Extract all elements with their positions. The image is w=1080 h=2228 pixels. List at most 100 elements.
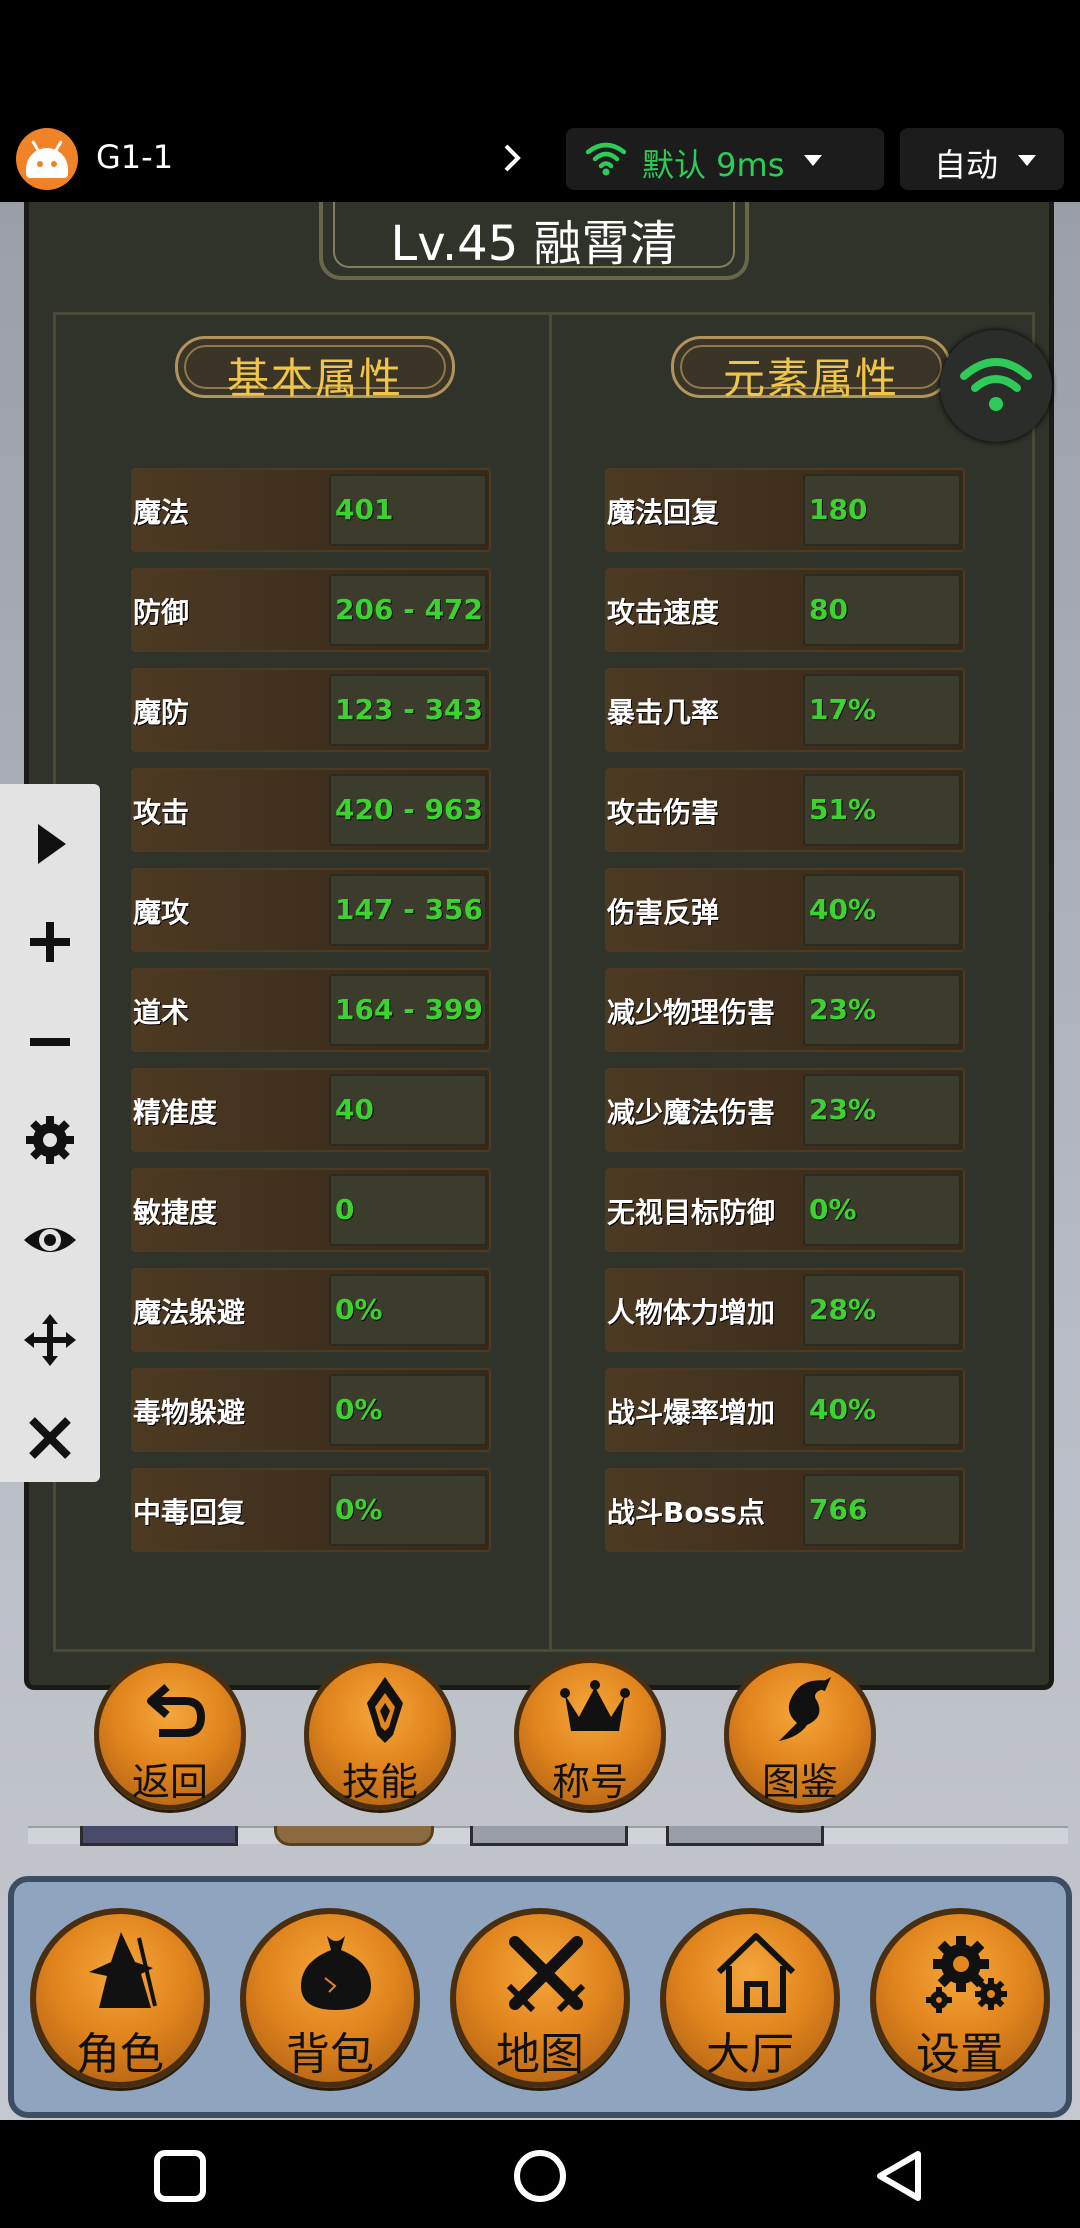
character-name: Lv.45 融霄清: [390, 216, 678, 272]
element-attributes-list: 魔法回复 180 攻击速度 80 暴击几率 17% 攻击伤害 51% 伤害反弹 40% 减…: [605, 468, 965, 1568]
attribute-value: 206 - 472: [335, 593, 484, 626]
attribute-label: 减少魔法伤害: [607, 1096, 776, 1129]
nav-settings-button[interactable]: 设置: [870, 1908, 1050, 2088]
attribute-value-box: 766: [803, 1474, 961, 1546]
codex-button[interactable]: 图鉴: [724, 1658, 876, 1810]
mode-selector[interactable]: 自动: [900, 128, 1064, 190]
attribute-value: 23%: [809, 1093, 877, 1126]
wizard-icon: [89, 1932, 157, 2008]
nav-character-label: 角色: [76, 2029, 164, 2080]
attribute-value-box: 147 - 356: [329, 874, 487, 946]
attribute-label: 道术: [133, 996, 190, 1029]
attribute-row: 魔攻 147 - 356: [131, 868, 491, 952]
attribute-label: 魔法躲避: [133, 1296, 246, 1329]
back-icon[interactable]: [872, 2148, 928, 2204]
attribute-value-box: 0%: [329, 1274, 487, 1346]
minus-icon[interactable]: [22, 1014, 78, 1070]
attribute-row: 攻击伤害 51%: [605, 768, 965, 852]
nav-bag-label: 背包: [286, 2029, 374, 2080]
attribute-value: 420 - 963: [335, 793, 484, 826]
attribute-label: 战斗Boss点: [607, 1496, 765, 1529]
column-divider: [549, 312, 552, 1652]
attribute-value-box: 40: [329, 1074, 487, 1146]
attribute-label: 伤害反弹: [607, 896, 720, 929]
attribute-value-box: 0%: [329, 1374, 487, 1446]
attribute-row: 精准度 40: [131, 1068, 491, 1152]
attribute-row: 魔法 401: [131, 468, 491, 552]
chevron-right-icon[interactable]: [494, 140, 530, 176]
attribute-value: 0%: [809, 1193, 857, 1226]
nav-character-button[interactable]: 角色: [30, 1908, 210, 2088]
attribute-value: 0%: [335, 1393, 383, 1426]
attribute-label: 精准度: [133, 1096, 218, 1129]
blade-icon: [367, 1677, 403, 1743]
element-attributes-title-text: 元素属性: [722, 354, 899, 403]
attribute-value: 164 - 399: [335, 993, 484, 1026]
gear-icon[interactable]: [22, 1112, 78, 1168]
network-status-button[interactable]: [940, 330, 1052, 442]
attribute-label: 攻击伤害: [607, 796, 720, 829]
basic-attributes-title-text: 基本属性: [226, 354, 403, 403]
attribute-label: 敏捷度: [133, 1196, 218, 1229]
attribute-row: 魔防 123 - 343: [131, 668, 491, 752]
attribute-value-box: 401: [329, 474, 487, 546]
attribute-row: 战斗Boss点 766: [605, 1468, 965, 1552]
back-label: 返回: [131, 1760, 208, 1804]
close-icon[interactable]: [22, 1410, 78, 1466]
attribute-label: 战斗爆率增加: [607, 1396, 776, 1429]
eye-icon[interactable]: [22, 1212, 78, 1268]
home-icon[interactable]: [512, 2148, 568, 2204]
attribute-value-box: 23%: [803, 1074, 961, 1146]
attribute-panel: Lv.45 融霄清 基本属性 元素属性 魔法 401 防御 206 - 472 魔防…: [24, 200, 1054, 1690]
nav-bag-button[interactable]: 背包: [240, 1908, 420, 2088]
attribute-label: 毒物躲避: [133, 1396, 246, 1429]
dragon-icon: [779, 1677, 831, 1741]
plus-icon[interactable]: [22, 914, 78, 970]
recents-icon[interactable]: [152, 2148, 208, 2204]
android-icon[interactable]: [16, 128, 78, 190]
nav-lobby-button[interactable]: 大厅: [660, 1908, 840, 2088]
back-button[interactable]: 返回: [94, 1658, 246, 1810]
attribute-value: 180: [809, 493, 868, 526]
attribute-row: 伤害反弹 40%: [605, 868, 965, 952]
attribute-row: 减少物理伤害 23%: [605, 968, 965, 1052]
attribute-value: 80: [809, 593, 848, 626]
skills-label: 技能: [341, 1760, 418, 1804]
attribute-label: 中毒回复: [133, 1496, 246, 1529]
attribute-value-box: 40%: [803, 1374, 961, 1446]
play-icon[interactable]: [22, 816, 78, 872]
attribute-value-box: 51%: [803, 774, 961, 846]
attribute-row: 道术 164 - 399: [131, 968, 491, 1052]
titles-button[interactable]: 称号: [514, 1658, 666, 1810]
attribute-label: 无视目标防御: [607, 1196, 776, 1229]
attribute-value: 40%: [809, 1393, 877, 1426]
attribute-row: 魔法回复 180: [605, 468, 965, 552]
wifi-icon: [586, 142, 626, 176]
floating-toolbar: [0, 784, 100, 1482]
skills-button[interactable]: 技能: [304, 1658, 456, 1810]
network-selector[interactable]: 默认 9ms: [566, 128, 884, 190]
system-navigation-bar: [0, 2120, 1080, 2228]
attribute-label: 攻击速度: [607, 596, 720, 629]
basic-attributes-list: 魔法 401 防御 206 - 472 魔防 123 - 343 攻击 420 - 96…: [131, 468, 491, 1568]
attribute-value-box: 164 - 399: [329, 974, 487, 1046]
app-title: G1-1: [96, 138, 174, 176]
attribute-label: 暴击几率: [607, 696, 720, 729]
attribute-row: 人物体力增加 28%: [605, 1268, 965, 1352]
attribute-value-box: 23%: [803, 974, 961, 1046]
attribute-label: 防御: [133, 596, 190, 629]
attribute-value-box: 206 - 472: [329, 574, 487, 646]
nav-map-button[interactable]: 地图: [450, 1908, 630, 2088]
move-icon[interactable]: [22, 1312, 78, 1368]
attribute-label: 攻击: [133, 796, 190, 829]
attribute-label: 魔攻: [133, 896, 190, 929]
item-slot[interactable]: [470, 1826, 628, 1846]
attribute-label: 人物体力增加: [607, 1296, 776, 1329]
titles-label: 称号: [551, 1760, 628, 1804]
item-slot[interactable]: [80, 1826, 238, 1846]
item-slot[interactable]: [274, 1826, 434, 1846]
attribute-value-box: 180: [803, 474, 961, 546]
attribute-value-box: 123 - 343: [329, 674, 487, 746]
crossed-swords-icon: [506, 1936, 586, 2013]
item-slot[interactable]: [666, 1826, 824, 1846]
